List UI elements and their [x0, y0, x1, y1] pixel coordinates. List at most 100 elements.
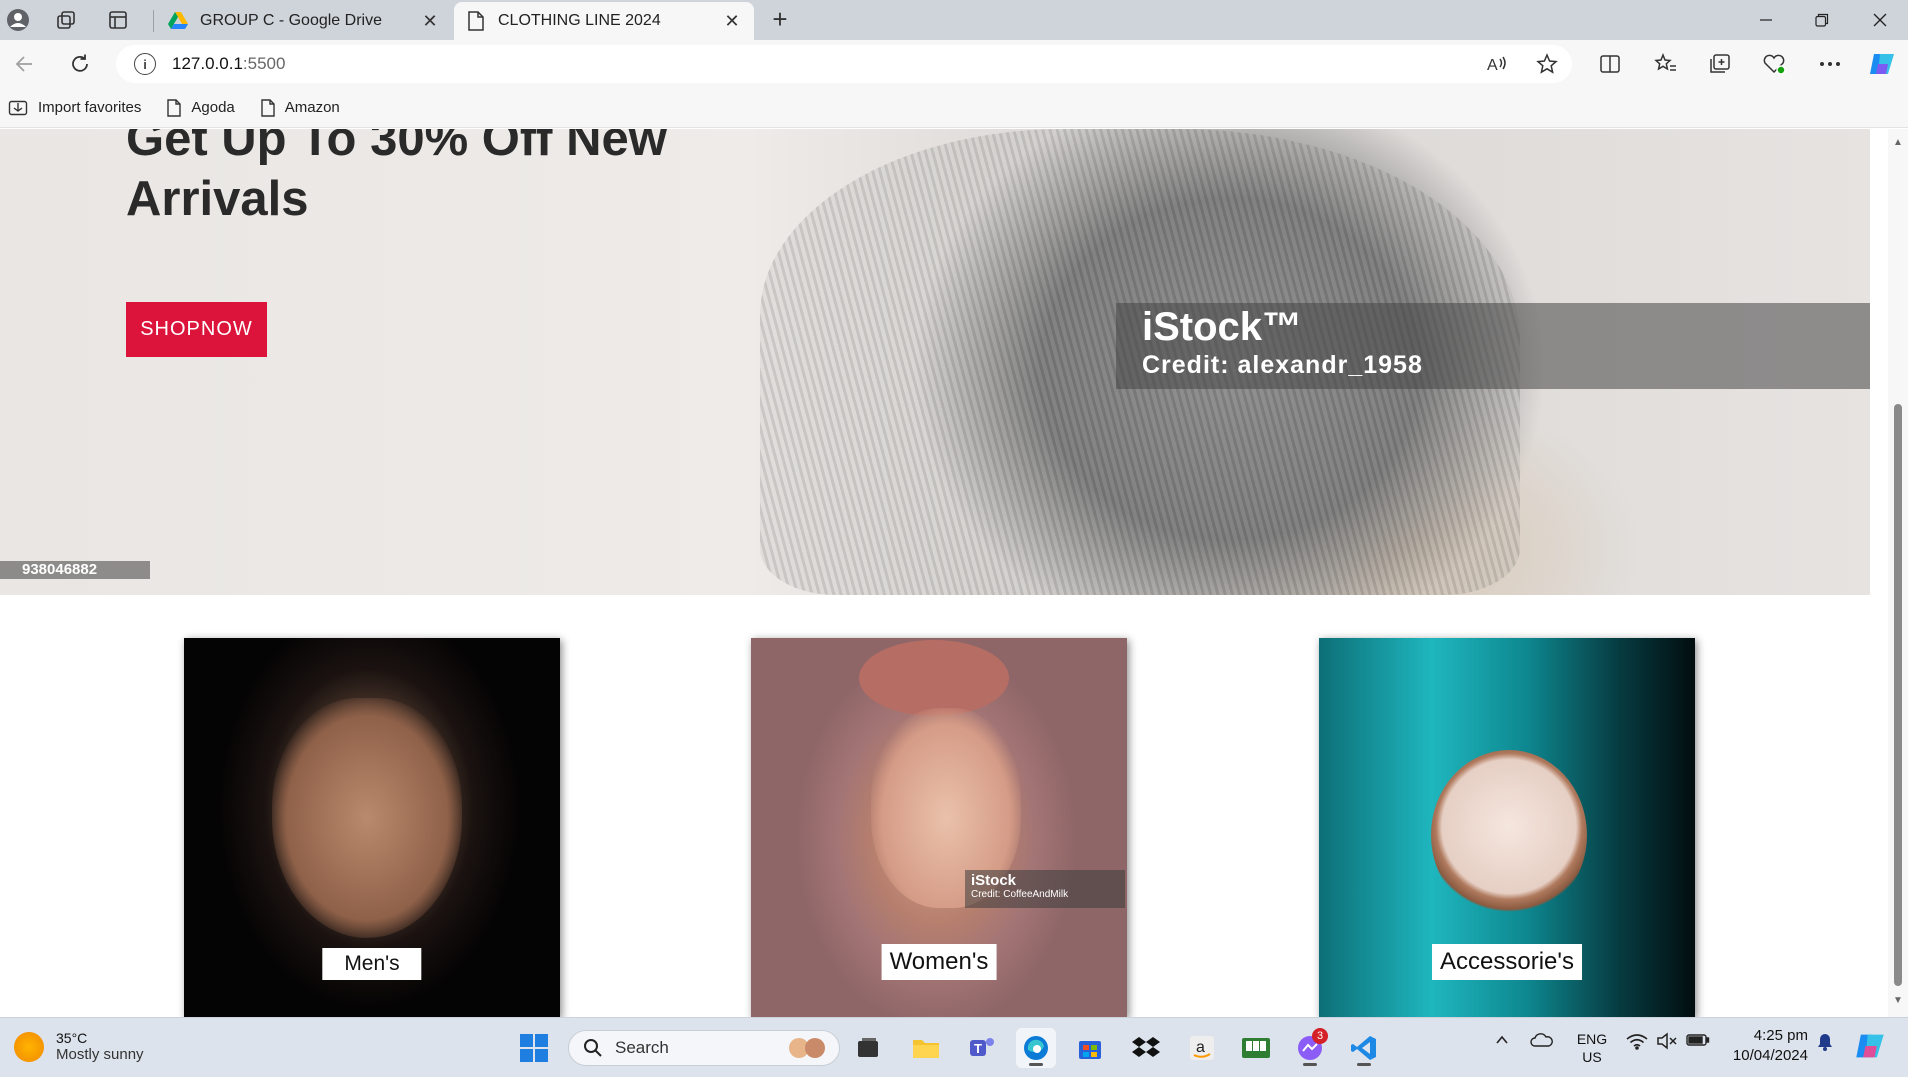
clock-date: 10/04/2024	[1732, 1047, 1808, 1064]
tab-separator	[153, 10, 154, 32]
active-indicator	[1357, 1063, 1371, 1066]
language-indicator[interactable]: ENG US	[1572, 1030, 1612, 1066]
taskbar-search[interactable]: Search	[568, 1030, 840, 1066]
read-aloud-icon[interactable]: A	[1472, 49, 1522, 79]
system-clock[interactable]: 4:25 pm 10/04/2024	[1724, 1026, 1808, 1066]
bookmark-label: Amazon	[284, 99, 340, 116]
svg-text:T: T	[974, 1041, 982, 1056]
sun-icon	[14, 1031, 44, 1062]
tab-clothing-line[interactable]: CLOTHING LINE 2024 ✕	[454, 2, 754, 40]
edge-icon[interactable]	[1016, 1028, 1056, 1068]
start-button[interactable]	[514, 1028, 554, 1068]
teams-icon[interactable]: T	[962, 1028, 1002, 1068]
card-watermark-credit: Credit: CoffeeAndMilk	[971, 889, 1069, 900]
watermark-id: 938046882	[0, 561, 150, 579]
category-card-mens[interactable]: Men's	[184, 638, 560, 1017]
volume-muted-icon[interactable]	[1656, 1032, 1678, 1054]
womens-beret-image	[859, 640, 1009, 716]
profile-icon[interactable]	[4, 6, 32, 34]
url-port: :5500	[242, 54, 286, 73]
address-bar[interactable]: i 127.0.0.1:5500 A	[116, 45, 1572, 83]
back-arrow-icon[interactable]	[8, 49, 40, 79]
bookmarks-bar: Import favorites Agoda Amazon	[0, 88, 1908, 128]
store-icon[interactable]	[1070, 1028, 1110, 1068]
svg-text:a: a	[1196, 1039, 1205, 1056]
scroll-up-arrow-icon[interactable]: ▲	[1892, 137, 1904, 149]
file-explorer-icon[interactable]	[906, 1028, 946, 1068]
close-window-button[interactable]	[1852, 0, 1908, 40]
favorites-icon[interactable]	[1650, 49, 1682, 79]
browser-essentials-icon[interactable]	[1758, 49, 1790, 79]
hero-heading-line-1: Get Up To 30% Off New	[126, 129, 667, 166]
collections-icon[interactable]	[1704, 49, 1736, 79]
close-tab-icon[interactable]: ✕	[420, 11, 440, 31]
google-drive-icon	[168, 11, 188, 31]
search-placeholder: Search	[615, 1038, 669, 1057]
scroll-thumb[interactable]	[1894, 404, 1902, 986]
hero-banner: Get Up To 30% Off New Arrivals SHOPNOW i…	[0, 129, 1870, 595]
vertical-tabs-icon[interactable]	[104, 6, 132, 34]
watermark-credit: Credit: alexandr_1958	[1142, 351, 1423, 379]
active-indicator	[1029, 1063, 1043, 1066]
bookmark-amazon[interactable]: Amazon	[261, 98, 340, 117]
page-scrollbar[interactable]: ▲ ▼	[1888, 129, 1908, 1017]
page-icon	[261, 98, 275, 117]
site-info-icon[interactable]: i	[134, 53, 156, 75]
restore-button[interactable]	[1794, 0, 1850, 40]
lang-line-1: ENG	[1576, 1031, 1608, 1047]
more-options-icon[interactable]	[1814, 49, 1846, 79]
page-icon	[167, 98, 182, 117]
page-icon	[466, 11, 486, 31]
show-hidden-icons-chevron-icon[interactable]	[1494, 1032, 1510, 1052]
new-tab-button[interactable]: +	[766, 6, 794, 34]
battery-icon[interactable]	[1686, 1032, 1710, 1052]
category-label[interactable]: Women's	[881, 944, 997, 980]
browser-tab-bar: GROUP C - Google Drive ✕ CLOTHING LINE 2…	[0, 0, 1908, 40]
close-tab-icon[interactable]: ✕	[722, 11, 742, 31]
browser-toolbar: i 127.0.0.1:5500 A	[0, 40, 1908, 88]
scroll-down-arrow-icon[interactable]: ▼	[1892, 995, 1904, 1007]
hero-heading-line-2: Arrivals	[126, 172, 309, 226]
copilot-taskbar-icon[interactable]	[1854, 1030, 1886, 1066]
tab-title: CLOTHING LINE 2024	[498, 12, 661, 29]
svg-text:A: A	[1487, 57, 1498, 74]
tab-title: GROUP C - Google Drive	[200, 12, 382, 29]
shop-now-button[interactable]: SHOPNOW	[126, 302, 267, 357]
page-viewport: Get Up To 30% Off New Arrivals SHOPNOW i…	[0, 129, 1888, 1017]
search-highlight-icon	[789, 1038, 825, 1058]
minimize-button[interactable]	[1738, 0, 1794, 40]
refresh-icon[interactable]	[64, 49, 96, 79]
onedrive-cloud-icon[interactable]	[1530, 1032, 1554, 1052]
copilot-icon[interactable]	[1866, 49, 1898, 79]
windows-taskbar: 35°C Mostly sunny Search T a 3 ENG US 4:…	[0, 1017, 1908, 1077]
wifi-icon[interactable]	[1626, 1032, 1648, 1054]
tab-google-drive[interactable]: GROUP C - Google Drive ✕	[156, 2, 452, 40]
bookmark-label: Agoda	[191, 99, 235, 116]
lang-line-2: US	[1582, 1049, 1602, 1065]
card-watermark-brand: iStock	[971, 872, 1017, 889]
task-view-icon[interactable]	[848, 1028, 888, 1068]
category-card-accessories[interactable]: Accessorie's	[1319, 638, 1695, 1017]
dropbox-icon[interactable]	[1126, 1028, 1166, 1068]
category-card-womens[interactable]: iStock Credit: CoffeeAndMilk Women's	[751, 638, 1127, 1017]
vscode-icon[interactable]	[1344, 1028, 1384, 1068]
favorite-star-icon[interactable]	[1522, 49, 1572, 79]
watch-image	[1431, 750, 1587, 920]
bookmark-agoda[interactable]: Agoda	[167, 98, 235, 117]
card-watermark: iStock Credit: CoffeeAndMilk	[965, 870, 1125, 908]
import-icon	[8, 100, 28, 115]
notification-badge: 3	[1312, 1028, 1328, 1044]
bookmark-import-favorites[interactable]: Import favorites	[8, 99, 141, 117]
solitaire-icon[interactable]	[1236, 1028, 1276, 1068]
category-label[interactable]: Accessorie's	[1432, 944, 1582, 980]
weather-widget[interactable]: 35°C Mostly sunny	[14, 1030, 144, 1063]
active-indicator	[1303, 1063, 1317, 1066]
workspaces-icon[interactable]	[52, 6, 80, 34]
category-label[interactable]: Men's	[322, 948, 422, 980]
notification-bell-icon[interactable]	[1816, 1032, 1834, 1056]
amazon-icon[interactable]: a	[1182, 1028, 1222, 1068]
search-icon	[584, 1039, 602, 1057]
messenger-icon[interactable]: 3	[1290, 1028, 1330, 1068]
mens-model-image	[272, 698, 462, 938]
split-screen-icon[interactable]	[1594, 49, 1626, 79]
